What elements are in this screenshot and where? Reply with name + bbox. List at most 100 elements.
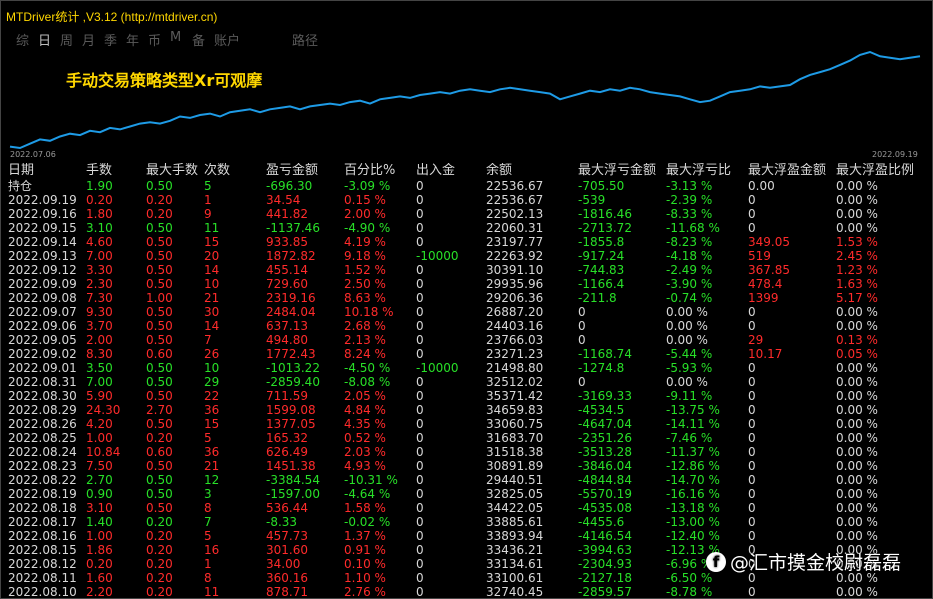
table-cell: -8.78 % bbox=[666, 585, 713, 599]
table-cell: 349.05 bbox=[748, 235, 790, 249]
table-row[interactable]: 2022.08.26 4.20 0.50 15 1377.05 4.35 % 0 33060.… bbox=[8, 417, 922, 431]
table-cell: 0 bbox=[748, 305, 756, 319]
table-cell: -2859.40 bbox=[266, 375, 320, 389]
table-cell: 2.13 % bbox=[344, 333, 386, 347]
table-cell: -2.39 % bbox=[666, 193, 713, 207]
table-cell: 0 bbox=[748, 319, 756, 333]
column-header[interactable]: 出入金 bbox=[416, 163, 486, 179]
column-header[interactable]: 次数 bbox=[204, 163, 266, 179]
table-cell: 2022.09.02 bbox=[8, 347, 77, 361]
column-header[interactable]: 日期 bbox=[8, 163, 86, 179]
table-cell: -12.40 % bbox=[666, 529, 720, 543]
table-cell: 0 bbox=[748, 529, 756, 543]
table-cell: 0.00 % bbox=[836, 221, 878, 235]
table-cell: 441.82 bbox=[266, 207, 308, 221]
table-row[interactable]: 2022.08.19 0.90 0.50 3 -1597.00 -4.64 % 0 32825… bbox=[8, 487, 922, 501]
table-cell: 29206.36 bbox=[486, 291, 544, 305]
table-cell: 1.00 bbox=[146, 291, 173, 305]
table-cell: 1 bbox=[204, 557, 212, 571]
table-cell: 455.14 bbox=[266, 263, 308, 277]
table-row[interactable]: 2022.08.25 1.00 0.20 5 165.32 0.52 % 0 31683.70… bbox=[8, 431, 922, 445]
table-row[interactable]: 2022.09.06 3.70 0.50 14 637.13 2.68 % 0 24403.1… bbox=[8, 319, 922, 333]
table-row[interactable]: 2022.08.30 5.90 0.50 22 711.59 2.05 % 0 35371.4… bbox=[8, 389, 922, 403]
table-row[interactable]: 2022.09.02 8.30 0.60 26 1772.43 8.24 % 0 23271.… bbox=[8, 347, 922, 361]
table-cell: 15 bbox=[204, 235, 220, 249]
table-row[interactable]: 2022.08.22 2.70 0.50 12 -3384.54 -10.31 % 0 294… bbox=[8, 473, 922, 487]
table-cell: 0.15 % bbox=[344, 193, 386, 207]
table-row[interactable]: 2022.09.16 1.80 0.20 9 441.82 2.00 % 0 22502.13… bbox=[8, 207, 922, 221]
table-cell: 2022.08.15 bbox=[8, 543, 77, 557]
column-header[interactable]: 最大浮盈比例 bbox=[836, 163, 922, 179]
table-row[interactable]: 持仓 1.90 0.50 5 -696.30 -3.09 % 0 22536.67 -705.5… bbox=[8, 179, 922, 193]
table-cell: 2022.08.12 bbox=[8, 557, 77, 571]
table-cell: 2022.09.05 bbox=[8, 333, 77, 347]
table-row[interactable]: 2022.09.09 2.30 0.50 10 729.60 2.50 % 0 29935.9… bbox=[8, 277, 922, 291]
table-row[interactable]: 2022.08.23 7.50 0.50 21 1451.38 4.93 % 0 30891.… bbox=[8, 459, 922, 473]
table-cell: -5.44 % bbox=[666, 347, 713, 361]
table-cell: 933.85 bbox=[266, 235, 308, 249]
table-cell: 1599.08 bbox=[266, 403, 316, 417]
table-row[interactable]: 2022.09.15 3.10 0.50 11 -1137.46 -4.90 % 0 2206… bbox=[8, 221, 922, 235]
table-row[interactable]: 2022.08.24 10.84 0.60 36 626.49 2.03 % 0 31518.… bbox=[8, 445, 922, 459]
table-cell: 0 bbox=[578, 333, 586, 347]
table-cell: 0.50 bbox=[146, 333, 173, 347]
tab-9[interactable]: 账户 bbox=[214, 30, 254, 49]
table-cell: 0 bbox=[416, 431, 424, 445]
table-cell: 1.86 bbox=[86, 543, 113, 557]
table-cell: 0.00 % bbox=[836, 389, 878, 403]
tab-7[interactable]: M bbox=[170, 30, 192, 48]
table-cell: -3.09 % bbox=[344, 179, 391, 193]
table-cell: 33134.61 bbox=[486, 557, 544, 571]
tab-0[interactable]: 综 bbox=[16, 30, 38, 49]
column-header[interactable]: 最大浮盈金额 bbox=[748, 163, 836, 179]
column-header[interactable]: 最大浮亏比 bbox=[666, 163, 748, 179]
column-header[interactable]: 最大浮亏金额 bbox=[578, 163, 666, 179]
table-row[interactable]: 2022.08.16 1.00 0.20 5 457.73 1.37 % 0 33893.94… bbox=[8, 529, 922, 543]
table-row[interactable]: 2022.09.05 2.00 0.50 7 494.80 2.13 % 0 23766.03… bbox=[8, 333, 922, 347]
table-row[interactable]: 2022.09.12 3.30 0.50 14 455.14 1.52 % 0 30391.1… bbox=[8, 263, 922, 277]
tab-5[interactable]: 年 bbox=[126, 30, 148, 49]
column-header[interactable]: 百分比% bbox=[344, 163, 416, 179]
table-cell: 34.54 bbox=[266, 193, 301, 207]
column-header[interactable]: 盈亏金额 bbox=[266, 163, 344, 179]
table-row[interactable]: 2022.08.18 3.10 0.50 8 536.44 1.58 % 0 34422.05… bbox=[8, 501, 922, 515]
table-row[interactable]: 2022.08.31 7.00 0.50 29 -2859.40 -8.08 % 0 3251… bbox=[8, 375, 922, 389]
table-row[interactable]: 2022.08.10 2.20 0.20 11 878.71 2.76 % 0 32740.4… bbox=[8, 585, 922, 599]
table-cell: 2022.08.30 bbox=[8, 389, 77, 403]
table-cell: 2022.09.09 bbox=[8, 277, 77, 291]
table-cell: 29440.51 bbox=[486, 473, 544, 487]
table-row[interactable]: 2022.09.19 0.20 0.20 1 34.54 0.15 % 0 22536.67 -… bbox=[8, 193, 922, 207]
column-header[interactable]: 手数 bbox=[86, 163, 146, 179]
table-cell: 32512.02 bbox=[486, 375, 544, 389]
table-cell: 0.10 % bbox=[344, 557, 386, 571]
table-row[interactable]: 2022.09.13 7.00 0.50 20 1872.82 9.18 % -10000 2… bbox=[8, 249, 922, 263]
table-cell: -0.74 % bbox=[666, 291, 713, 305]
tab-6[interactable]: 币 bbox=[148, 30, 170, 49]
table-cell: -4.64 % bbox=[344, 487, 391, 501]
column-header[interactable]: 最大手数 bbox=[146, 163, 204, 179]
table-row[interactable]: 2022.09.08 7.30 1.00 21 2319.16 8.63 % 0 29206.… bbox=[8, 291, 922, 305]
table-cell: 9.30 bbox=[86, 305, 113, 319]
tab-8[interactable]: 备 bbox=[192, 30, 214, 49]
table-row[interactable]: 2022.08.29 24.30 2.70 36 1599.08 4.84 % 0 34659… bbox=[8, 403, 922, 417]
table-cell: 0.50 bbox=[146, 459, 173, 473]
table-cell: 0 bbox=[578, 319, 586, 333]
table-cell: 0.00 % bbox=[836, 459, 878, 473]
tab-3[interactable]: 月 bbox=[82, 30, 104, 49]
table-cell: 457.73 bbox=[266, 529, 308, 543]
tab-path[interactable]: 路径 bbox=[292, 30, 318, 49]
table-cell: 0.60 bbox=[146, 347, 173, 361]
table-cell: 0.50 bbox=[146, 263, 173, 277]
tab-4[interactable]: 季 bbox=[104, 30, 126, 49]
table-cell: 1.40 bbox=[86, 515, 113, 529]
table-row[interactable]: 2022.09.01 3.50 0.50 10 -1013.22 -4.50 % -1000… bbox=[8, 361, 922, 375]
tab-2[interactable]: 周 bbox=[60, 30, 82, 49]
table-row[interactable]: 2022.09.07 9.30 0.50 30 2484.04 10.18 % 0 26887… bbox=[8, 305, 922, 319]
tab-1[interactable]: 日 bbox=[38, 30, 60, 49]
watermark-text: @汇市摸金校尉磊磊 bbox=[730, 552, 902, 574]
column-header[interactable]: 余额 bbox=[486, 163, 578, 179]
table-cell: 0 bbox=[416, 501, 424, 515]
table-cell: 2.70 bbox=[86, 473, 113, 487]
table-row[interactable]: 2022.09.14 4.60 0.50 15 933.85 4.19 % 0 23197.7… bbox=[8, 235, 922, 249]
table-row[interactable]: 2022.08.17 1.40 0.20 7 -8.33 -0.02 % 0 33885.61… bbox=[8, 515, 922, 529]
